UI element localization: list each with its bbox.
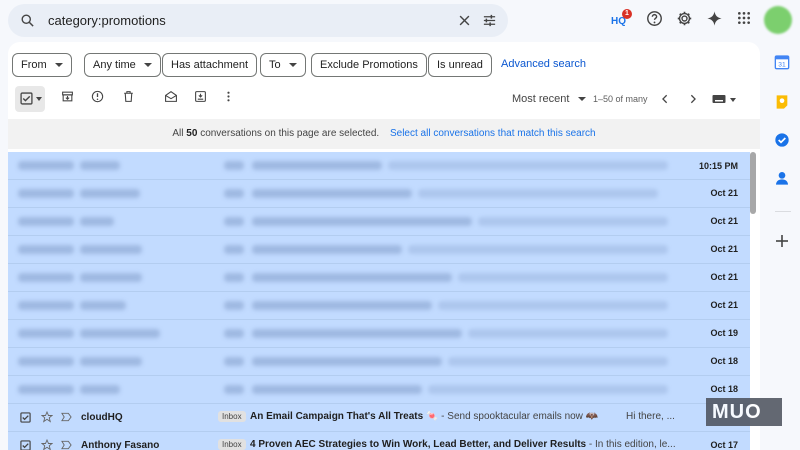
add-addon-icon[interactable] [774, 233, 790, 249]
email-subject: 4 Proven AEC Strategies to Win Work, Lea… [250, 439, 676, 450]
email-date: Oct 21 [710, 272, 738, 282]
list-toolbar: Most recent 1–50 of many [8, 84, 760, 114]
email-row[interactable]: 10:15 PM [8, 152, 750, 180]
mail-panel: From Any time Has attachment To Exclude … [8, 42, 760, 450]
account-avatar[interactable] [764, 6, 792, 34]
gmail-window: HQ 1 From Any time Has attachment To Exc… [0, 0, 800, 450]
checked-checkbox-icon [20, 92, 33, 105]
snooze-icon[interactable] [194, 90, 207, 103]
tasks-icon[interactable] [774, 132, 790, 148]
search-input[interactable] [48, 10, 428, 31]
from-filter-chip[interactable]: From [12, 53, 72, 77]
side-panel-divider [775, 211, 791, 212]
email-date: Oct 17 [710, 440, 738, 450]
email-date: 10:15 PM [698, 161, 738, 171]
notification-badge: 1 [622, 9, 632, 19]
muo-watermark: MUO [706, 398, 782, 426]
email-row[interactable]: Oct 21 [8, 292, 750, 320]
chevron-down-icon [54, 63, 63, 68]
inbox-label[interactable]: Inbox [218, 411, 246, 422]
importance-marker-icon[interactable] [61, 440, 72, 450]
top-bar: HQ 1 [0, 0, 800, 40]
search-icon[interactable] [20, 13, 35, 28]
sort-dropdown[interactable]: Most recent [512, 93, 587, 105]
time-filter-chip[interactable]: Any time [84, 53, 161, 77]
row-checkbox-checked-icon[interactable] [20, 440, 31, 450]
clear-search-icon[interactable] [457, 13, 472, 28]
search-options-icon[interactable] [482, 13, 497, 28]
chevron-right-icon[interactable] [688, 93, 698, 105]
contacts-icon[interactable] [774, 170, 790, 186]
delete-trash-icon[interactable] [122, 90, 135, 103]
email-row[interactable]: Oct 18 [8, 376, 750, 404]
gemini-sparkle-icon[interactable] [706, 10, 723, 27]
email-row[interactable]: Oct 21 [8, 264, 750, 292]
email-date: Oct 18 [710, 356, 738, 366]
cloudhq-extension-icon[interactable]: HQ 1 [609, 9, 632, 29]
email-snippet: - In this edition, le... [586, 439, 676, 450]
report-spam-icon[interactable] [91, 90, 104, 103]
email-date: Oct 19 [710, 328, 738, 338]
keyboard-icon[interactable] [712, 94, 726, 104]
apps-grid-icon[interactable] [736, 10, 752, 26]
attachment-filter-chip[interactable]: Has attachment [162, 53, 258, 77]
star-icon[interactable] [41, 439, 53, 450]
mark-as-read-icon[interactable] [164, 90, 178, 103]
email-sender: Anthony Fasano [81, 440, 160, 450]
email-date: Oct 21 [710, 300, 738, 310]
chevron-down-icon [288, 63, 297, 68]
scrollbar-thumb[interactable] [750, 152, 756, 214]
settings-gear-icon[interactable] [676, 10, 693, 27]
unread-filter-chip[interactable]: Is unread [428, 53, 492, 77]
svg-text:31: 31 [778, 62, 786, 69]
more-options-icon[interactable] [222, 90, 235, 103]
email-list: 10:15 PM Oct 21 Oct 21 Oct 21 Oct 21 Oct… [8, 152, 750, 450]
chevron-down-icon [578, 97, 587, 102]
help-icon[interactable] [646, 10, 663, 27]
importance-marker-icon[interactable] [61, 412, 72, 422]
email-row[interactable]: Oct 18 [8, 348, 750, 376]
exclude-promotions-chip[interactable]: Exclude Promotions [311, 53, 427, 77]
pagination-range: 1–50 of many [593, 94, 648, 104]
email-date: Oct 21 [710, 216, 738, 226]
email-row[interactable]: cloudHQ Inbox An Email Campaign That's A… [8, 404, 750, 432]
email-row[interactable]: Oct 21 [8, 236, 750, 264]
chevron-down-icon[interactable] [730, 98, 736, 102]
email-date: Oct 21 [710, 188, 738, 198]
email-sender: cloudHQ [81, 412, 123, 423]
selection-banner: All 50 conversations on this page are se… [8, 119, 760, 149]
email-date: Oct 18 [710, 384, 738, 394]
inbox-label[interactable]: Inbox [218, 439, 246, 450]
email-subject: An Email Campaign That's All Treats 🍬 - … [250, 411, 599, 422]
to-filter-chip[interactable]: To [260, 53, 306, 77]
keep-notes-icon[interactable] [774, 94, 790, 110]
search-bar[interactable] [8, 4, 508, 37]
select-all-checkbox[interactable] [15, 86, 45, 112]
email-row[interactable]: Oct 21 [8, 208, 750, 236]
select-all-matching-link[interactable]: Select all conversations that match this… [390, 128, 596, 139]
email-row[interactable]: Anthony Fasano Inbox 4 Proven AEC Strate… [8, 432, 750, 450]
email-snippet: - Send spooktacular emails now 🦇 [438, 411, 599, 422]
chevron-down-icon [143, 63, 152, 68]
row-checkbox-checked-icon[interactable] [20, 412, 31, 423]
chevron-left-icon[interactable] [660, 93, 670, 105]
email-date: Oct 21 [710, 244, 738, 254]
calendar-icon[interactable]: 31 [774, 54, 790, 70]
email-preview: Hi there, ... [626, 411, 675, 422]
email-row[interactable]: Oct 21 [8, 180, 750, 208]
advanced-search-link[interactable]: Advanced search [501, 58, 586, 70]
star-icon[interactable] [41, 411, 53, 423]
side-panel: 31 [766, 48, 800, 450]
filter-chips: From Any time Has attachment To Exclude … [12, 53, 752, 77]
archive-icon[interactable] [61, 90, 74, 103]
email-row[interactable]: Oct 19 [8, 320, 750, 348]
chevron-down-icon[interactable] [36, 97, 42, 101]
